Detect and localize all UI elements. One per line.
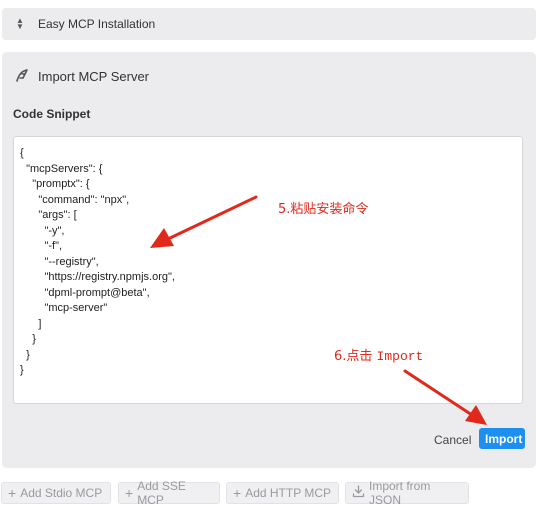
cancel-button[interactable]: Cancel	[430, 430, 475, 450]
import-from-json-label: Import from JSON	[369, 479, 431, 507]
top-bar-title: Easy MCP Installation	[38, 17, 156, 31]
add-http-mcp-label: Add HTTP MCP	[245, 486, 331, 500]
step6-annotation: 6.点击 Import	[334, 345, 423, 364]
plus-icon: +	[125, 485, 134, 501]
step5-annotation: 5.粘贴安装命令	[278, 202, 369, 217]
step6-prefix: 6.点击	[334, 349, 377, 364]
code-snippet-textarea[interactable]: { "mcpServers": { "promptx": { "command"…	[13, 136, 523, 404]
import-button[interactable]: Import	[479, 428, 525, 449]
download-icon	[352, 485, 365, 501]
add-server-toolbar: + Add Stdio MCP + Add SSE MCP + Add HTTP…	[0, 479, 544, 507]
code-snippet-text: { "mcpServers": { "promptx": { "command"…	[20, 147, 175, 376]
code-snippet-label: Code Snippet	[13, 107, 91, 121]
chevron-up-down-icon: ▲ ▼	[16, 16, 24, 31]
add-http-mcp-button[interactable]: + Add HTTP MCP	[226, 482, 339, 504]
step6-word: Import	[376, 349, 424, 364]
plus-icon: +	[233, 485, 242, 501]
easy-mcp-installation-bar[interactable]: ▲ ▼ Easy MCP Installation	[2, 8, 536, 40]
add-sse-mcp-button[interactable]: + Add SSE MCP	[118, 479, 220, 507]
feather-icon	[14, 68, 30, 84]
add-stdio-mcp-label: Add Stdio MCP	[20, 486, 103, 500]
add-stdio-mcp-button[interactable]: + Add Stdio MCP	[1, 482, 111, 504]
panel-title: Import MCP Server	[38, 68, 150, 84]
import-mcp-server-panel: Import MCP Server Code Snippet { "mcpSer…	[2, 52, 536, 468]
panel-header: Import MCP Server	[14, 66, 149, 86]
import-from-json-button[interactable]: Import from JSON	[345, 479, 469, 507]
add-sse-mcp-label: Add SSE MCP	[137, 479, 186, 507]
plus-icon: +	[8, 485, 17, 501]
